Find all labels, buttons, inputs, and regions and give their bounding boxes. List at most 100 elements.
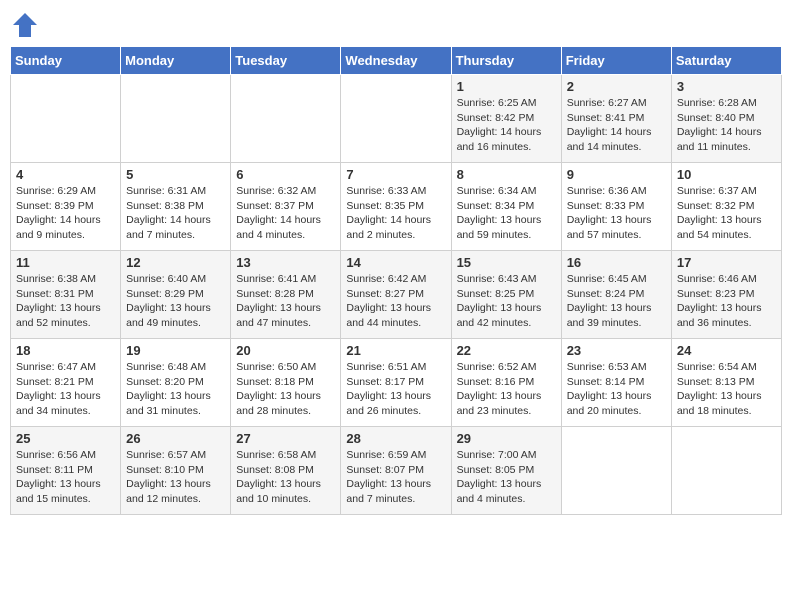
- day-number: 2: [567, 79, 666, 94]
- day-info: Sunrise: 6:33 AM Sunset: 8:35 PM Dayligh…: [346, 184, 445, 243]
- day-info: Sunrise: 6:27 AM Sunset: 8:41 PM Dayligh…: [567, 96, 666, 155]
- calendar-cell: 4Sunrise: 6:29 AM Sunset: 8:39 PM Daylig…: [11, 163, 121, 251]
- day-number: 1: [457, 79, 556, 94]
- calendar-cell: 21 Sunrise: 6:51 AM Sunset: 8:17 PM Dayli…: [341, 339, 451, 427]
- day-info: Sunrise: 6:47 AM Sunset: 8:21 PM Dayligh…: [16, 360, 115, 419]
- day-info: Sunrise: 6:53 AM Sunset: 8:14 PM Dayligh…: [567, 360, 666, 419]
- day-number: 27: [236, 431, 335, 446]
- day-number: 8: [457, 167, 556, 182]
- day-number: 25: [16, 431, 115, 446]
- day-number: 14: [346, 255, 445, 270]
- header-day: Thursday: [451, 47, 561, 75]
- day-info: Sunrise: 6:52 AM Sunset: 8:16 PM Dayligh…: [457, 360, 556, 419]
- calendar-cell: 27 Sunrise: 6:58 AM Sunset: 8:08 PM Dayli…: [231, 427, 341, 515]
- calendar-cell: 16Sunrise: 6:45 AM Sunset: 8:24 PM Dayli…: [561, 251, 671, 339]
- day-info: Sunrise: 6:46 AM Sunset: 8:23 PM Dayligh…: [677, 272, 776, 331]
- logo-icon: [10, 10, 40, 40]
- calendar-cell: 8Sunrise: 6:34 AM Sunset: 8:34 PM Daylig…: [451, 163, 561, 251]
- day-number: 5: [126, 167, 225, 182]
- calendar-week-row: 4Sunrise: 6:29 AM Sunset: 8:39 PM Daylig…: [11, 163, 782, 251]
- day-number: 20: [236, 343, 335, 358]
- calendar-cell: 28 Sunrise: 6:59 AM Sunset: 8:07 PM Dayli…: [341, 427, 451, 515]
- calendar-cell: 19 Sunrise: 6:48 AM Sunset: 8:20 PM Dayli…: [121, 339, 231, 427]
- header-day: Tuesday: [231, 47, 341, 75]
- day-info: Sunrise: 6:25 AM Sunset: 8:42 PM Dayligh…: [457, 96, 556, 155]
- calendar-cell: [121, 75, 231, 163]
- calendar-week-row: 11 Sunrise: 6:38 AM Sunset: 8:31 PM Dayli…: [11, 251, 782, 339]
- calendar-cell: [671, 427, 781, 515]
- header-day: Sunday: [11, 47, 121, 75]
- calendar-cell: 24 Sunrise: 6:54 AM Sunset: 8:13 PM Dayli…: [671, 339, 781, 427]
- day-number: 15: [457, 255, 556, 270]
- calendar-cell: [561, 427, 671, 515]
- calendar-cell: [231, 75, 341, 163]
- day-number: 24: [677, 343, 776, 358]
- calendar-cell: 13Sunrise: 6:41 AM Sunset: 8:28 PM Dayli…: [231, 251, 341, 339]
- day-number: 3: [677, 79, 776, 94]
- day-number: 26: [126, 431, 225, 446]
- day-info: Sunrise: 6:40 AM Sunset: 8:29 PM Dayligh…: [126, 272, 225, 331]
- header-day: Friday: [561, 47, 671, 75]
- calendar-body: 1 Sunrise: 6:25 AM Sunset: 8:42 PM Daylig…: [11, 75, 782, 515]
- day-number: 9: [567, 167, 666, 182]
- day-info: Sunrise: 6:43 AM Sunset: 8:25 PM Dayligh…: [457, 272, 556, 331]
- calendar-cell: 12 Sunrise: 6:40 AM Sunset: 8:29 PM Dayli…: [121, 251, 231, 339]
- day-number: 11: [16, 255, 115, 270]
- day-number: 12: [126, 255, 225, 270]
- calendar-cell: 6Sunrise: 6:32 AM Sunset: 8:37 PM Daylig…: [231, 163, 341, 251]
- day-info: Sunrise: 6:42 AM Sunset: 8:27 PM Dayligh…: [346, 272, 445, 331]
- day-info: Sunrise: 6:58 AM Sunset: 8:08 PM Dayligh…: [236, 448, 335, 507]
- calendar-cell: 14 Sunrise: 6:42 AM Sunset: 8:27 PM Dayli…: [341, 251, 451, 339]
- day-number: 4: [16, 167, 115, 182]
- day-number: 21: [346, 343, 445, 358]
- day-info: Sunrise: 6:38 AM Sunset: 8:31 PM Dayligh…: [16, 272, 115, 331]
- calendar-cell: 20 Sunrise: 6:50 AM Sunset: 8:18 PM Dayli…: [231, 339, 341, 427]
- calendar-cell: 7 Sunrise: 6:33 AM Sunset: 8:35 PM Daylig…: [341, 163, 451, 251]
- day-number: 13: [236, 255, 335, 270]
- calendar-cell: 2 Sunrise: 6:27 AM Sunset: 8:41 PM Daylig…: [561, 75, 671, 163]
- calendar-week-row: 1 Sunrise: 6:25 AM Sunset: 8:42 PM Daylig…: [11, 75, 782, 163]
- header-day: Saturday: [671, 47, 781, 75]
- day-info: Sunrise: 6:31 AM Sunset: 8:38 PM Dayligh…: [126, 184, 225, 243]
- calendar-week-row: 18 Sunrise: 6:47 AM Sunset: 8:21 PM Dayli…: [11, 339, 782, 427]
- calendar-cell: [341, 75, 451, 163]
- day-number: 23: [567, 343, 666, 358]
- day-number: 28: [346, 431, 445, 446]
- day-info: Sunrise: 6:45 AM Sunset: 8:24 PM Dayligh…: [567, 272, 666, 331]
- day-number: 7: [346, 167, 445, 182]
- day-info: Sunrise: 6:48 AM Sunset: 8:20 PM Dayligh…: [126, 360, 225, 419]
- logo: [10, 10, 44, 40]
- day-number: 19: [126, 343, 225, 358]
- calendar-cell: 26 Sunrise: 6:57 AM Sunset: 8:10 PM Dayli…: [121, 427, 231, 515]
- calendar-cell: 5 Sunrise: 6:31 AM Sunset: 8:38 PM Daylig…: [121, 163, 231, 251]
- day-number: 10: [677, 167, 776, 182]
- calendar-cell: 17 Sunrise: 6:46 AM Sunset: 8:23 PM Dayli…: [671, 251, 781, 339]
- day-info: Sunrise: 6:37 AM Sunset: 8:32 PM Dayligh…: [677, 184, 776, 243]
- day-info: Sunrise: 6:36 AM Sunset: 8:33 PM Dayligh…: [567, 184, 666, 243]
- day-info: Sunrise: 6:50 AM Sunset: 8:18 PM Dayligh…: [236, 360, 335, 419]
- day-number: 17: [677, 255, 776, 270]
- calendar-cell: 15 Sunrise: 6:43 AM Sunset: 8:25 PM Dayli…: [451, 251, 561, 339]
- day-info: Sunrise: 6:51 AM Sunset: 8:17 PM Dayligh…: [346, 360, 445, 419]
- header-day: Wednesday: [341, 47, 451, 75]
- day-info: Sunrise: 7:00 AM Sunset: 8:05 PM Dayligh…: [457, 448, 556, 507]
- day-info: Sunrise: 6:56 AM Sunset: 8:11 PM Dayligh…: [16, 448, 115, 507]
- calendar-cell: 23 Sunrise: 6:53 AM Sunset: 8:14 PM Dayli…: [561, 339, 671, 427]
- day-number: 6: [236, 167, 335, 182]
- calendar-cell: 29 Sunrise: 7:00 AM Sunset: 8:05 PM Dayli…: [451, 427, 561, 515]
- calendar-cell: 25 Sunrise: 6:56 AM Sunset: 8:11 PM Dayli…: [11, 427, 121, 515]
- calendar-table: SundayMondayTuesdayWednesdayThursdayFrid…: [10, 46, 782, 515]
- day-info: Sunrise: 6:54 AM Sunset: 8:13 PM Dayligh…: [677, 360, 776, 419]
- calendar-cell: 11 Sunrise: 6:38 AM Sunset: 8:31 PM Dayli…: [11, 251, 121, 339]
- day-number: 29: [457, 431, 556, 446]
- day-number: 18: [16, 343, 115, 358]
- calendar-cell: 22 Sunrise: 6:52 AM Sunset: 8:16 PM Dayli…: [451, 339, 561, 427]
- day-info: Sunrise: 6:59 AM Sunset: 8:07 PM Dayligh…: [346, 448, 445, 507]
- day-info: Sunrise: 6:28 AM Sunset: 8:40 PM Dayligh…: [677, 96, 776, 155]
- day-info: Sunrise: 6:57 AM Sunset: 8:10 PM Dayligh…: [126, 448, 225, 507]
- calendar-cell: 1 Sunrise: 6:25 AM Sunset: 8:42 PM Daylig…: [451, 75, 561, 163]
- calendar-cell: 10 Sunrise: 6:37 AM Sunset: 8:32 PM Dayli…: [671, 163, 781, 251]
- header-day: Monday: [121, 47, 231, 75]
- day-number: 22: [457, 343, 556, 358]
- calendar-week-row: 25 Sunrise: 6:56 AM Sunset: 8:11 PM Dayli…: [11, 427, 782, 515]
